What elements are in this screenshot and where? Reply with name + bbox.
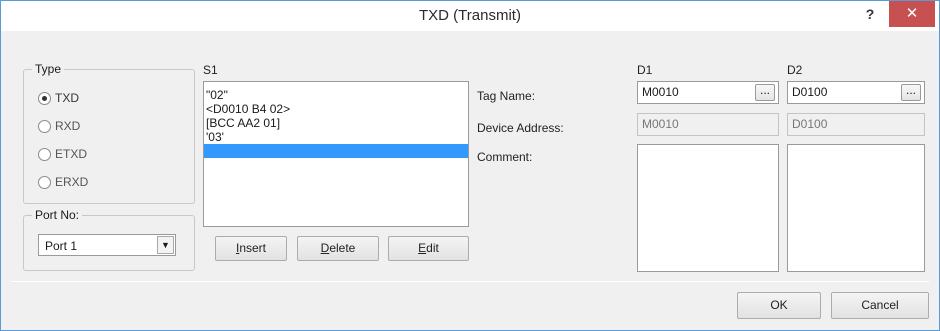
insert-button[interactable]: Insert bbox=[215, 236, 287, 261]
d1-tag-name-value: M0010 bbox=[642, 85, 679, 99]
d2-tag-name-value: D0100 bbox=[792, 85, 828, 99]
delete-button-label: elete bbox=[329, 241, 356, 255]
edit-button[interactable]: Edit bbox=[388, 236, 469, 261]
d2-device-address-value: D0100 bbox=[792, 117, 828, 131]
d2-device-address-field: D0100 bbox=[787, 113, 925, 136]
txd-dialog: TXD (Transmit) ? ✕ Type TXD RXD ETXD ERX… bbox=[0, 0, 940, 331]
d2-comment-field[interactable] bbox=[787, 144, 925, 272]
comment-label: Comment: bbox=[477, 150, 533, 164]
d2-browse-button[interactable]: ... bbox=[901, 84, 921, 101]
tag-name-label: Tag Name: bbox=[477, 89, 536, 103]
radio-rxd[interactable]: RXD bbox=[38, 118, 80, 134]
help-button[interactable]: ? bbox=[857, 3, 883, 27]
port-group-legend: Port No: bbox=[32, 208, 83, 222]
port-group: Port No: Port 1 ▼ bbox=[23, 208, 195, 271]
edit-button-label: dit bbox=[426, 241, 439, 255]
list-item[interactable]: '03' bbox=[204, 130, 468, 144]
radio-etxd-indicator[interactable] bbox=[38, 147, 51, 161]
radio-txd-label[interactable]: TXD bbox=[55, 91, 79, 105]
delete-button[interactable]: Delete bbox=[297, 236, 379, 261]
radio-txd-indicator[interactable] bbox=[38, 91, 51, 105]
radio-txd[interactable]: TXD bbox=[38, 90, 79, 106]
ok-button[interactable]: OK bbox=[737, 292, 821, 319]
s1-listbox[interactable]: "02" <D0010 B4 02> [BCC AA2 01] '03' bbox=[203, 81, 469, 227]
radio-rxd-label[interactable]: RXD bbox=[55, 119, 80, 133]
radio-erxd-indicator[interactable] bbox=[38, 175, 51, 189]
type-group-legend: Type bbox=[32, 62, 65, 76]
port-select-value: Port 1 bbox=[45, 239, 78, 253]
list-item[interactable]: [BCC AA2 01] bbox=[204, 116, 468, 130]
delete-button-mnemonic: D bbox=[320, 241, 330, 255]
d2-label: D2 bbox=[787, 63, 803, 77]
radio-erxd-label[interactable]: ERXD bbox=[55, 175, 88, 189]
close-button[interactable]: ✕ bbox=[889, 1, 935, 27]
radio-etxd[interactable]: ETXD bbox=[38, 146, 87, 162]
chevron-down-icon[interactable]: ▼ bbox=[157, 236, 174, 254]
title-bar: TXD (Transmit) ? ✕ bbox=[1, 1, 939, 31]
cancel-button[interactable]: Cancel bbox=[831, 292, 929, 319]
s1-label: S1 bbox=[203, 63, 218, 77]
d1-comment-field[interactable] bbox=[637, 144, 779, 272]
port-select[interactable]: Port 1 ▼ bbox=[38, 234, 176, 256]
insert-button-label: nsert bbox=[239, 241, 267, 255]
radio-rxd-indicator[interactable] bbox=[38, 119, 51, 133]
radio-erxd[interactable]: ERXD bbox=[38, 174, 88, 190]
list-item[interactable]: <D0010 B4 02> bbox=[204, 102, 468, 116]
list-item[interactable]: "02" bbox=[204, 88, 468, 102]
d1-device-address-value: M0010 bbox=[642, 117, 679, 131]
dialog-title: TXD (Transmit) bbox=[419, 7, 521, 24]
d1-label: D1 bbox=[637, 63, 653, 77]
d1-browse-button[interactable]: ... bbox=[755, 84, 775, 101]
radio-etxd-label[interactable]: ETXD bbox=[55, 147, 87, 161]
edit-button-mnemonic: E bbox=[418, 241, 427, 255]
footer-divider bbox=[11, 281, 929, 282]
d1-device-address-field: M0010 bbox=[637, 113, 779, 136]
list-item-selected[interactable] bbox=[204, 144, 468, 158]
type-group: Type TXD RXD ETXD ERXD bbox=[23, 62, 195, 204]
device-address-label: Device Address: bbox=[477, 121, 564, 135]
